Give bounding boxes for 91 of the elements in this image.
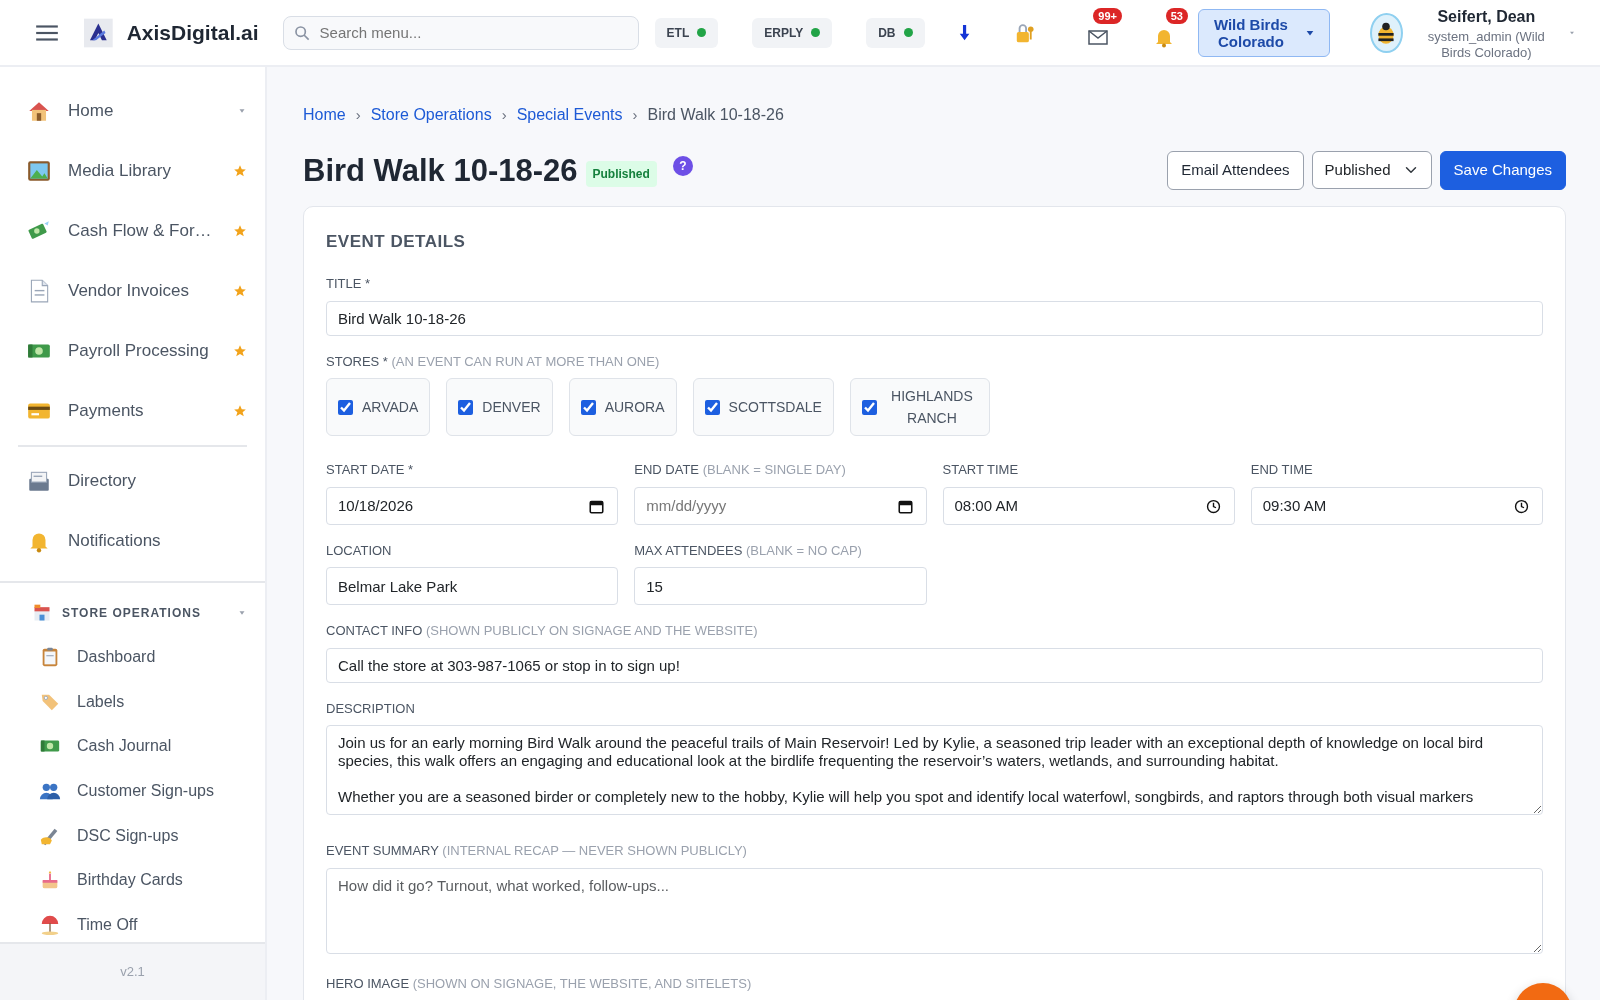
sidebar-item[interactable]: Time Off — [0, 902, 265, 942]
brand-name: AxisDigital.ai — [126, 19, 259, 46]
field-label: HERO IMAGE — [326, 975, 410, 991]
star-icon — [233, 224, 247, 238]
help-button[interactable]: ? — [672, 156, 693, 177]
field-hint: (SHOWN ON SIGNAGE, THE WEBSITE, AND SITELETS) — [412, 975, 752, 991]
store-checkbox[interactable]: SCOTTSDALE — [692, 378, 834, 436]
description-textarea[interactable]: Join us for an early morning Bird Walk around the peaceful trails of Main Reservoir! Led by Kylie, a seasoned trip leader with an exceptional depth of knowledge on local bird species, this walk offers an engaging and educational look at the birdlife frequenting the reservoir’s waters, wetlands, and surrounding habitat. Whether you are a seasoned birder or completely new to the hobby, Kylie will help you spot and identify local waterfowl, songbirds, and raptors through both visual markers — [326, 725, 1543, 815]
breadcrumb-separator: › — [355, 104, 361, 125]
summary-textarea[interactable]: How did it go? Turnout, what worked, follow-ups... — [326, 867, 1543, 954]
page-title: Bird Walk 10-18-26 — [303, 151, 578, 189]
save-changes-button[interactable]: Save Changes — [1439, 151, 1566, 190]
sidebar-section-header[interactable]: STORE OPERATIONS — [0, 591, 265, 635]
store-checkbox[interactable]: HIGHLANDS RANCH — [849, 378, 990, 436]
input-field[interactable]: Bird Walk 10-18-26 — [326, 300, 1543, 336]
checkbox[interactable] — [704, 399, 720, 415]
store-checkbox[interactable]: ARVADA — [326, 378, 431, 436]
input-field[interactable]: Belmar Lake Park — [326, 567, 619, 605]
sidebar-item[interactable]: Cash Journal — [0, 724, 265, 769]
sidebar-item[interactable]: Dashboard — [0, 635, 265, 680]
breadcrumb-link[interactable]: Store Operations — [370, 103, 492, 127]
store-icon — [32, 603, 52, 623]
calendar-icon[interactable] — [897, 498, 913, 514]
star-icon — [233, 344, 247, 358]
clock-icon[interactable] — [1205, 498, 1221, 514]
umbrella-icon — [39, 913, 61, 936]
clock-icon[interactable] — [1514, 498, 1529, 514]
version-label: v2.1 — [120, 963, 145, 982]
input-field[interactable]: 08:00 AM — [942, 486, 1235, 525]
field-label: CONTACT INFO — [326, 623, 423, 638]
field-hint: (SHOWN PUBLICLY ON SIGNAGE AND THE WEBSITE) — [425, 623, 758, 638]
sidebar-item[interactable]: Vendor Invoices — [0, 261, 265, 321]
field-hint: (BLANK = NO CAP) — [746, 542, 862, 558]
sidebar-item[interactable]: Directory — [0, 451, 265, 511]
field-label: START DATE * — [326, 462, 414, 477]
star-icon — [233, 284, 247, 298]
field-label: DESCRIPTION — [326, 700, 415, 716]
breadcrumb-link[interactable]: Home — [303, 103, 346, 127]
calendar-icon[interactable] — [589, 498, 605, 514]
store-selector[interactable]: Wild Birds Colorado — [1197, 8, 1330, 57]
field-label: END DATE — [634, 462, 699, 477]
checkbox[interactable] — [580, 399, 596, 415]
field-hint: (BLANK = SINGLE DAY) — [702, 462, 846, 477]
field-hint: (INTERNAL RECAP — NEVER SHOWN PUBLICLY) — [442, 843, 747, 858]
sidebar-item[interactable]: Payments — [0, 381, 265, 441]
count-badge: 53 — [1165, 7, 1188, 24]
sidebar-item[interactable]: DSC Sign-ups — [0, 813, 265, 858]
status-label: DB — [878, 24, 896, 42]
status-label: ERPLY — [764, 24, 804, 42]
star-icon — [233, 164, 247, 178]
field-label: LOCATION — [326, 542, 392, 558]
field-hint: (AN EVENT CAN RUN AT MORE THAN ONE) — [391, 353, 660, 369]
sidebar-item[interactable]: Notifications — [0, 511, 265, 571]
input-field[interactable]: 15 — [634, 567, 927, 605]
user-role: system_admin (Wild Birds Colorado) — [1426, 28, 1546, 61]
email-attendees-button[interactable]: Email Attendees — [1167, 151, 1304, 190]
store-checkbox[interactable]: DENVER — [446, 378, 553, 436]
sidebar-item[interactable]: Media Library — [0, 141, 265, 201]
input-field[interactable]: 09:30 AM — [1250, 486, 1543, 525]
user-name: Seifert, Dean — [1436, 6, 1537, 27]
breadcrumb-separator: › — [501, 104, 507, 125]
breadcrumb-separator: › — [632, 104, 638, 125]
sidebar-item[interactable]: Cash Flow & For… — [0, 201, 265, 261]
field-label: TITLE * — [326, 276, 371, 291]
search-field[interactable]: Search menu... — [282, 15, 639, 50]
field-label: START TIME — [942, 462, 1019, 477]
sidebar-item[interactable]: Payroll Processing — [0, 321, 265, 381]
checkbox[interactable] — [338, 399, 353, 415]
sidebar-item[interactable]: Customer Sign-ups — [0, 768, 265, 814]
checkbox[interactable] — [861, 399, 877, 415]
count-badge: 99+ — [1093, 7, 1122, 24]
input-field[interactable]: 10/18/2026 — [326, 486, 619, 525]
field-label: MAX ATTENDEES — [634, 542, 743, 558]
breadcrumb-link[interactable]: Special Events — [516, 103, 623, 127]
field-label: EVENT SUMMARY — [326, 843, 439, 858]
status-select[interactable]: Published — [1311, 151, 1432, 190]
input-field[interactable]: Call the store at 303-987-1065 or stop in to sign up! — [326, 647, 1543, 683]
sidebar-item[interactable]: Birthday Cards — [0, 857, 265, 903]
section-title: EVENT DETAILS — [326, 230, 467, 253]
status-badge: Published — [585, 161, 657, 188]
checkbox[interactable] — [458, 399, 474, 415]
input-field[interactable]: mm/dd/yyyy — [634, 486, 927, 525]
sidebar-item[interactable]: Labels — [0, 679, 265, 725]
sidebar-item[interactable]: Home — [0, 81, 265, 141]
breadcrumb-current: Bird Walk 10-18-26 — [647, 105, 784, 125]
framed-picture-icon — [26, 158, 52, 184]
store-checkbox[interactable]: AURORA — [568, 378, 677, 436]
status-label: ETL — [666, 24, 690, 42]
field-label: END TIME — [1250, 462, 1313, 477]
star-icon — [233, 404, 247, 418]
field-label: STORES * — [326, 353, 388, 369]
